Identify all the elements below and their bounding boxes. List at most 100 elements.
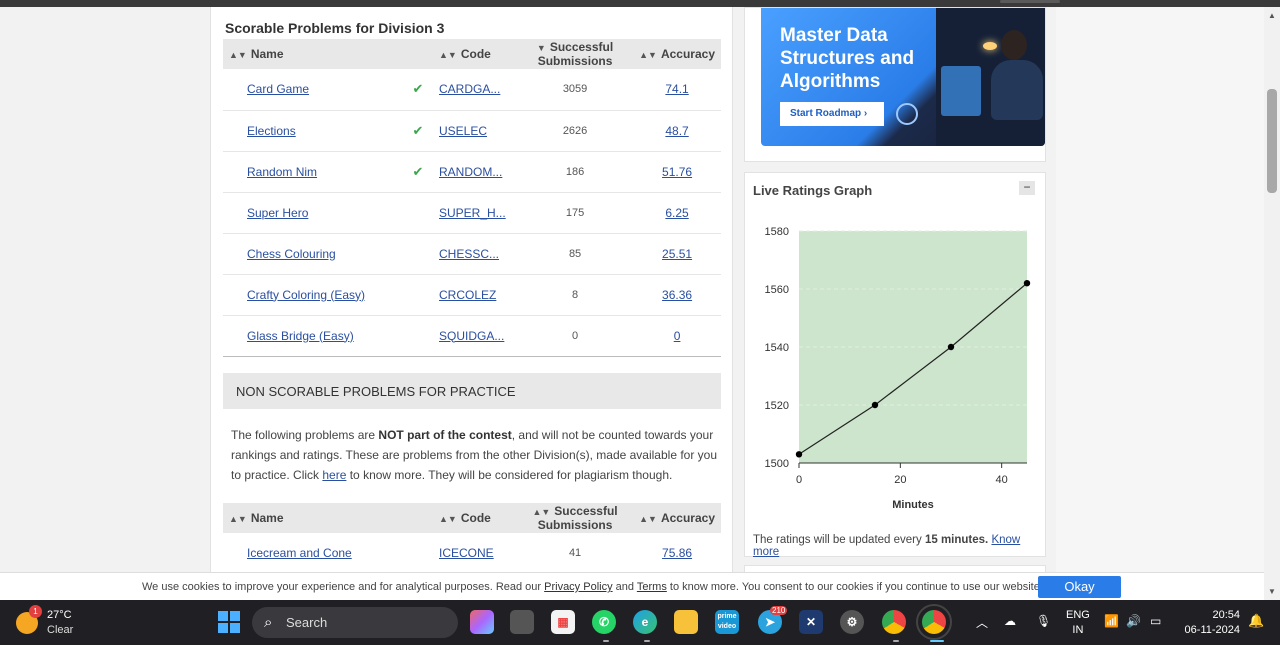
problem-name-link[interactable]: Elections (247, 124, 296, 138)
prime-video-icon[interactable]: prime video (715, 610, 739, 634)
page-viewport: Scorable Problems for Division 3 ▲▼ Name … (0, 7, 1264, 572)
accuracy-link[interactable]: 51.76 (662, 165, 692, 179)
sort-icon: ▲▼ (439, 514, 457, 524)
submissions-count: 0 (517, 315, 634, 357)
column-header-submissions[interactable]: ▼ Successful Submissions (517, 39, 634, 69)
accuracy-link[interactable]: 75.86 (662, 546, 692, 560)
accuracy-link[interactable]: 74.1 (665, 82, 688, 96)
problem-code-link[interactable]: CARDGA... (439, 82, 500, 96)
problem-name-link[interactable]: Random Nim (247, 165, 317, 179)
empty-check-cell (403, 274, 433, 316)
problem-code-link[interactable]: CRCOLEZ (439, 288, 496, 302)
privacy-policy-link[interactable]: Privacy Policy (544, 581, 612, 593)
file-explorer-icon[interactable] (674, 610, 698, 634)
problem-code-link[interactable]: USELEC (439, 124, 487, 138)
problem-code-link[interactable]: SUPER_H... (439, 206, 506, 220)
here-link[interactable]: here (322, 468, 346, 482)
problem-row: Card Game ✔ CARDGA... 3059 74.1 (223, 69, 721, 111)
weather-temp: 27°C (47, 609, 72, 621)
microphone-icon[interactable]: 🎙 (1036, 614, 1051, 628)
submissions-count: 3059 (517, 69, 634, 111)
scroll-thumb[interactable] (1267, 89, 1277, 193)
problem-name-link[interactable]: Crafty Coloring (Easy) (247, 288, 365, 302)
scroll-up-icon[interactable]: ▲ (1268, 11, 1276, 20)
problem-name-link[interactable]: Chess Colouring (247, 247, 336, 261)
chrome-active-icon[interactable] (916, 604, 952, 640)
column-header-name[interactable]: ▲▼ Name (223, 39, 403, 69)
y-tick-label: 1560 (765, 284, 789, 296)
scroll-down-icon[interactable]: ▼ (1268, 587, 1276, 596)
copilot-icon[interactable] (470, 610, 494, 634)
x-axis-label: Minutes (892, 499, 934, 511)
live-ratings-card: Live Ratings Graph − 1500 1520 1540 1560 158… (744, 172, 1046, 558)
problem-row: Super Hero SUPER_H... 175 6.25 (223, 192, 721, 234)
data-point (871, 401, 879, 409)
submissions-count: 41 (517, 533, 634, 572)
app-icon[interactable]: ✕ (799, 610, 823, 634)
accuracy-link[interactable]: 25.51 (662, 247, 692, 261)
accuracy-cell: 36.36 (633, 274, 721, 316)
store-icon[interactable]: ▦ (551, 610, 575, 634)
roadmap-banner[interactable]: Master Data Structures and Algorithms St… (761, 8, 1045, 146)
nonscorable-header: NON SCORABLE PROBLEMS FOR PRACTICE (223, 373, 721, 409)
volume-icon[interactable]: 🔊 (1126, 614, 1141, 628)
data-point (947, 343, 955, 351)
empty-check-cell (403, 192, 433, 234)
y-tick-label: 1580 (765, 226, 789, 238)
x-tick-label: 0 (796, 474, 802, 486)
chrome-icon[interactable] (882, 610, 906, 634)
battery-icon[interactable]: ▭ (1150, 614, 1161, 628)
taskbar-search[interactable]: ⌕ Search (252, 607, 458, 638)
accuracy-link[interactable]: 36.36 (662, 288, 692, 302)
problem-name-link[interactable]: Super Hero (247, 206, 308, 220)
problem-code-link[interactable]: CHESSC... (439, 247, 499, 261)
problem-code-link[interactable]: ICECONE (439, 546, 494, 560)
accuracy-cell: 25.51 (633, 233, 721, 275)
sidebar: Master Data Structures and Algorithms St… (736, 7, 1056, 572)
clock[interactable]: 20:54 06-11-2024 (1180, 608, 1240, 638)
chevron-up-icon[interactable]: ︿ (976, 614, 988, 631)
windows-start-icon[interactable] (218, 611, 240, 633)
wifi-icon[interactable]: 📶 (1104, 614, 1119, 628)
problem-code-link[interactable]: SQUIDGA... (439, 329, 504, 343)
nonscorable-description: The following problems are NOT part of t… (231, 428, 718, 482)
notification-bell-icon[interactable]: 🔔 (1248, 613, 1264, 629)
column-header-submissions[interactable]: ▲▼ Successful Submissions (517, 503, 634, 533)
terms-link[interactable]: Terms (637, 581, 667, 593)
accuracy-link[interactable]: 48.7 (665, 124, 688, 138)
graph-title: Live Ratings Graph (753, 183, 873, 198)
settings-gear-icon[interactable]: ⚙ (840, 610, 864, 634)
column-header-code[interactable]: ▲▼ Code (433, 39, 517, 69)
column-header-code[interactable]: ▲▼ Code (433, 503, 517, 533)
browser-tab-edge[interactable] (1000, 0, 1060, 3)
problem-code-cell: CHESSC... (433, 233, 517, 275)
person-head-illustration (1001, 30, 1027, 60)
problem-name-link[interactable]: Glass Bridge (Easy) (247, 329, 354, 343)
graph-note: The ratings will be updated every 15 min… (753, 534, 1021, 558)
task-view-icon[interactable] (510, 610, 534, 634)
accuracy-link[interactable]: 0 (674, 329, 681, 343)
whatsapp-icon[interactable]: ✆ (592, 610, 616, 634)
collapse-button[interactable]: − (1019, 181, 1035, 195)
column-header-accuracy[interactable]: ▲▼ Accuracy (633, 39, 721, 69)
problem-code-cell: SUPER_H... (433, 192, 517, 234)
edge-icon[interactable]: e (633, 610, 657, 634)
start-roadmap-button[interactable]: Start Roadmap › (780, 102, 884, 126)
problem-code-cell: ICECONE (433, 533, 517, 572)
cookie-text: We use cookies to improve your experienc… (142, 581, 1043, 593)
problem-code-link[interactable]: RANDOM... (439, 165, 502, 179)
submissions-count: 175 (517, 192, 634, 234)
column-header-name[interactable]: ▲▼ Name (223, 503, 403, 533)
problem-name-cell: Crafty Coloring (Easy) (223, 274, 403, 316)
data-point (795, 451, 803, 458)
accuracy-link[interactable]: 6.25 (665, 206, 688, 220)
problem-name-link[interactable]: Card Game (247, 82, 309, 96)
problem-name-link[interactable]: Icecream and Cone (247, 546, 352, 560)
cookie-okay-button[interactable]: Okay (1038, 576, 1121, 598)
problem-code-cell: CRCOLEZ (433, 274, 517, 316)
page-scrollbar[interactable]: ▲ ▼ (1264, 7, 1280, 600)
column-header-accuracy[interactable]: ▲▼ Accuracy (633, 503, 721, 533)
submissions-count: 8 (517, 274, 634, 316)
language-indicator[interactable]: ENG IN (1066, 608, 1090, 638)
cloud-off-icon[interactable]: ☁ (1004, 614, 1016, 628)
